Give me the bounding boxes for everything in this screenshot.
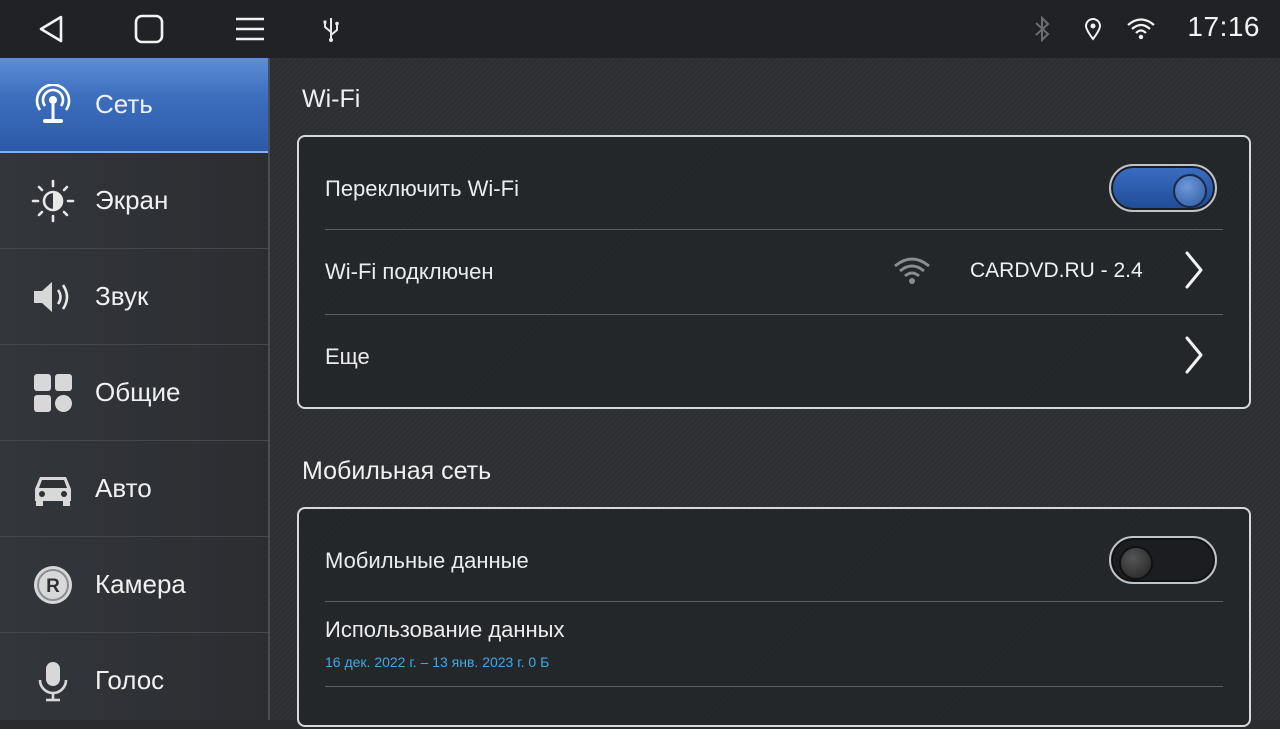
- microphone-icon: [30, 658, 76, 704]
- mobile-section-title: Мобильная сеть: [302, 457, 492, 485]
- chevron-right-icon: [1179, 248, 1209, 292]
- home-square-icon[interactable]: [128, 8, 170, 50]
- toggle-knob: [1119, 546, 1153, 580]
- menu-lines-icon[interactable]: [229, 8, 271, 50]
- wifi-signal-icon: [893, 256, 931, 290]
- data-usage-row[interactable]: Использование данных 16 дек. 2022 г. – 1…: [325, 602, 1223, 686]
- wifi-more-row[interactable]: Еще: [325, 315, 1223, 401]
- sidebar-item-screen[interactable]: Экран: [0, 154, 268, 249]
- svg-text:R: R: [46, 576, 60, 597]
- wifi-network-name: CARDVD.RU - 2.4: [970, 259, 1143, 282]
- wifi-toggle-label: Переключить Wi-Fi: [325, 176, 519, 201]
- bluetooth-icon: [1027, 14, 1057, 44]
- sidebar-item-general[interactable]: Общие: [0, 346, 268, 441]
- status-bar: 17:16: [0, 0, 1280, 58]
- mobile-data-label: Мобильные данные: [325, 548, 529, 573]
- sidebar-item-label: Общие: [95, 377, 181, 407]
- sidebar-item-sound[interactable]: Звук: [0, 250, 268, 345]
- sidebar-item-network[interactable]: Сеть: [0, 58, 268, 153]
- usb-icon: [316, 14, 346, 44]
- wifi-toggle-row[interactable]: Переключить Wi-Fi: [325, 137, 1223, 229]
- data-usage-detail: 16 дек. 2022 г. – 13 янв. 2023 г. 0 Б: [325, 654, 550, 670]
- toggle-knob: [1173, 174, 1207, 208]
- wifi-connected-label: Wi-Fi подключен: [325, 259, 494, 284]
- sidebar-item-label: Звук: [95, 281, 149, 311]
- network-antenna-icon: [30, 82, 76, 128]
- car-icon: [30, 466, 76, 512]
- divider: [325, 686, 1223, 687]
- location-pin-icon: [1078, 14, 1108, 44]
- wifi-card: Переключить Wi-Fi Wi-Fi подключен CARDVD…: [297, 135, 1251, 409]
- grid-apps-icon: [30, 370, 76, 416]
- sidebar-item-label: Экран: [95, 185, 169, 215]
- sidebar-item-auto[interactable]: Авто: [0, 442, 268, 537]
- mobile-data-row[interactable]: Мобильные данные: [325, 509, 1223, 601]
- wifi-more-label: Еще: [325, 344, 370, 369]
- sidebar-item-label: Авто: [95, 473, 152, 503]
- sidebar-item-voice[interactable]: Голос: [0, 634, 268, 729]
- sidebar-item-label: Камера: [95, 569, 186, 599]
- wifi-toggle-switch[interactable]: [1109, 164, 1217, 212]
- back-triangle-icon[interactable]: [30, 8, 72, 50]
- wifi-icon: [1126, 14, 1156, 44]
- wifi-connected-row[interactable]: Wi-Fi подключен CARDVD.RU - 2.4: [325, 230, 1223, 314]
- settings-content: Wi-Fi Переключить Wi-Fi Wi-Fi подключен …: [270, 58, 1280, 727]
- mobile-data-toggle-switch[interactable]: [1109, 536, 1217, 584]
- data-usage-label: Использование данных: [325, 617, 565, 642]
- clock: 17:16: [1187, 11, 1260, 42]
- settings-sidebar: Сеть Экран Звук Общие Авто R Камера Голо…: [0, 58, 270, 720]
- wifi-section-title: Wi-Fi: [302, 85, 361, 113]
- sidebar-item-label: Сеть: [95, 89, 153, 119]
- brightness-icon: [30, 178, 76, 224]
- chevron-right-icon: [1179, 333, 1209, 377]
- sidebar-item-camera[interactable]: R Камера: [0, 538, 268, 633]
- speaker-icon: [30, 274, 76, 320]
- mobile-card: Мобильные данные Использование данных 16…: [297, 507, 1251, 727]
- sidebar-item-label: Голос: [95, 665, 165, 695]
- rear-camera-icon: R: [30, 562, 76, 608]
